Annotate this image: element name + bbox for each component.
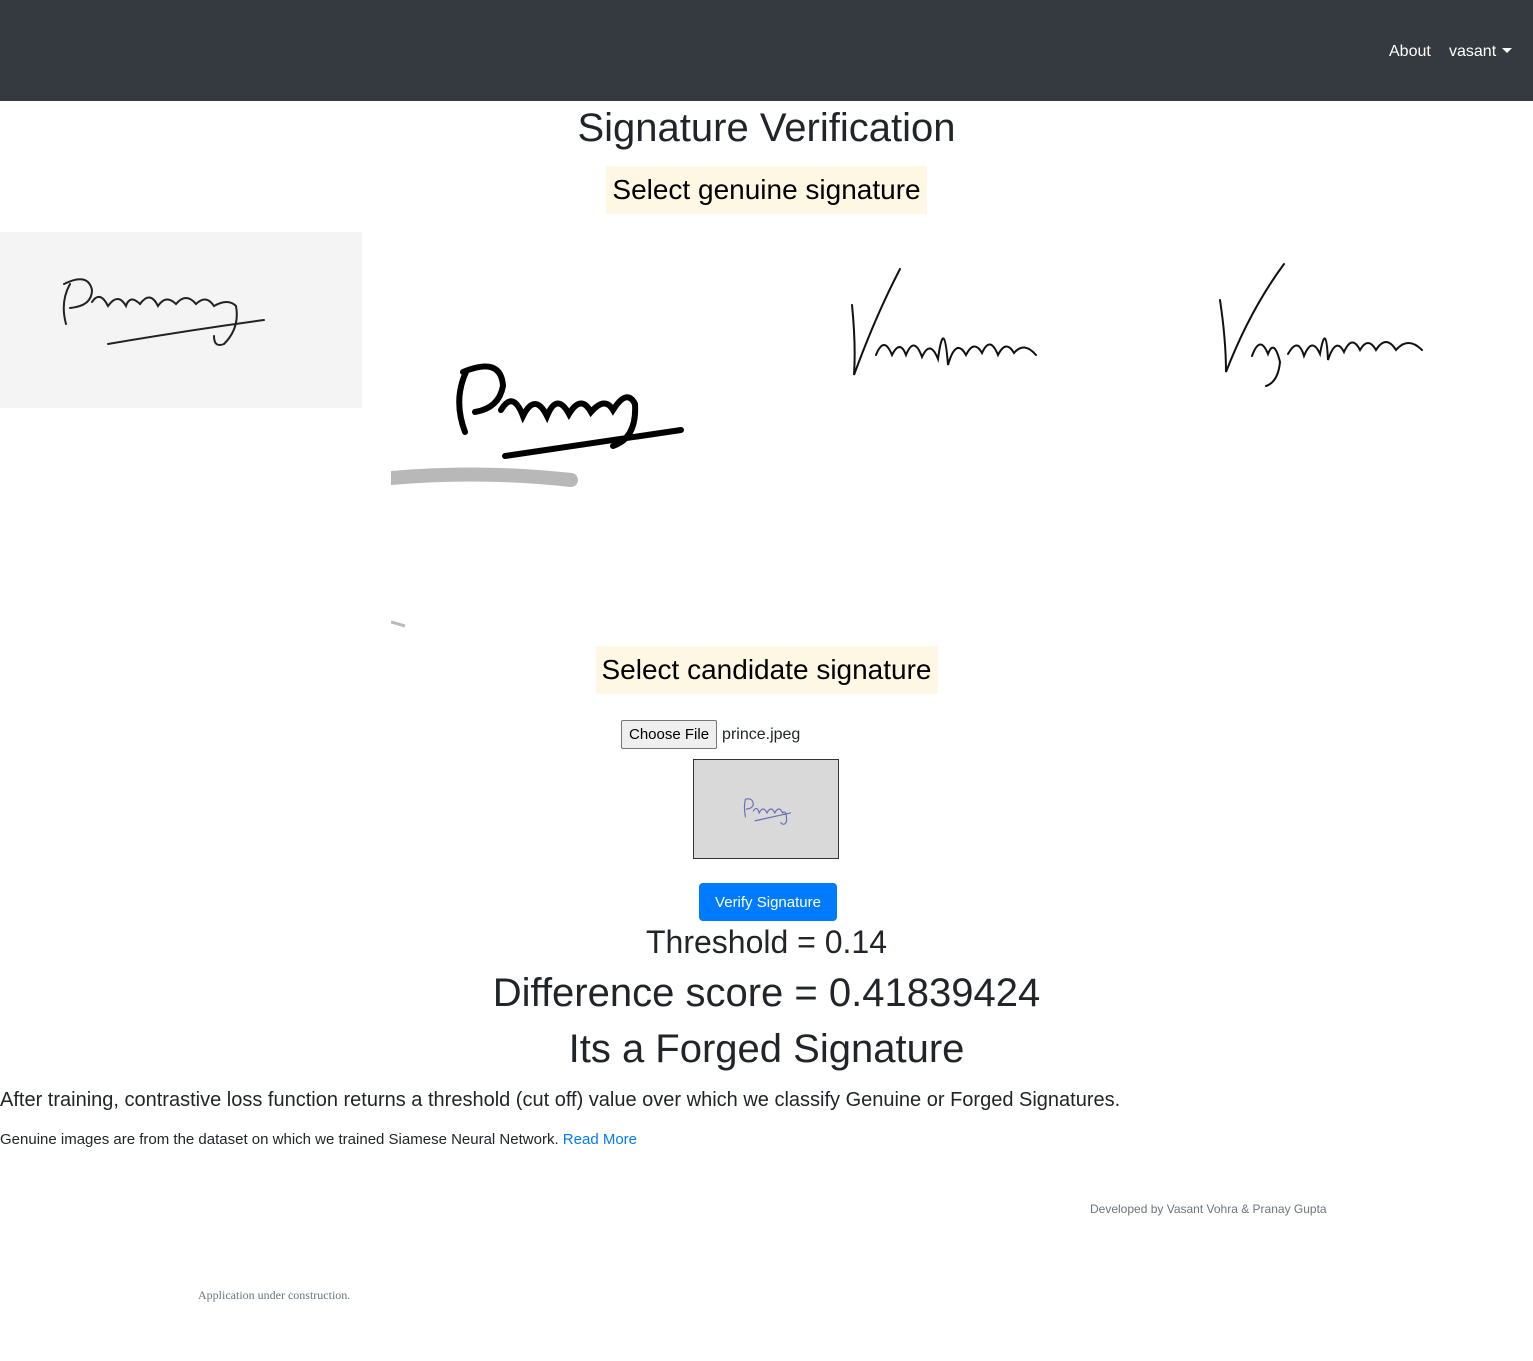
- selected-file-name: prince.jpeg: [722, 725, 801, 743]
- read-more-link[interactable]: Read More: [563, 1131, 637, 1148]
- signature-image-pranay-2: [391, 363, 684, 628]
- choose-file-button[interactable]: Choose File: [621, 720, 718, 749]
- genuine-signature-option-3[interactable]: [840, 255, 1050, 390]
- signature-image-vasantvohra-2: [1219, 263, 1423, 387]
- threshold-value: Threshold = 0.14: [645, 924, 888, 960]
- genuine-signature-label: Select genuine signature: [606, 166, 927, 214]
- signature-image-vasantvohra-1: [851, 268, 1037, 376]
- nav-about-link[interactable]: About: [1389, 42, 1431, 62]
- construction-note: Application under construction.: [198, 1288, 351, 1302]
- user-dropdown[interactable]: vasant: [1449, 42, 1513, 62]
- developer-credits: Developed by Vasant Vohra & Pranay Gupta: [1090, 1202, 1327, 1216]
- verify-signature-button[interactable]: Verify Signature: [699, 883, 837, 921]
- dataset-note: Genuine images are from the dataset on w…: [0, 1130, 637, 1150]
- file-input[interactable]: Choose File prince.jpeg: [621, 720, 800, 749]
- page-title: Signature Verification: [577, 106, 956, 150]
- dataset-note-text: Genuine images are from the dataset on w…: [0, 1131, 559, 1148]
- genuine-signature-option-1[interactable]: [0, 232, 362, 408]
- top-navbar: About vasant: [0, 0, 1533, 101]
- caret-down-icon: [1502, 48, 1513, 53]
- genuine-signature-option-2[interactable]: [391, 330, 687, 630]
- threshold-explanation: After training, contrastive loss functio…: [0, 1089, 1121, 1111]
- genuine-signature-option-4[interactable]: [1210, 250, 1435, 395]
- genuine-section-header: Select genuine signature: [0, 166, 1533, 214]
- difference-score: Difference score = 0.41839424: [492, 971, 1041, 1015]
- verification-result: Its a Forged Signature: [568, 1027, 965, 1071]
- signature-image-pranay-1: [62, 278, 265, 346]
- candidate-section-header: Select candidate signature: [0, 646, 1533, 694]
- candidate-preview-image: [693, 759, 839, 859]
- candidate-signature-label: Select candidate signature: [595, 646, 938, 694]
- user-dropdown-label: vasant: [1449, 43, 1497, 60]
- signature-image-candidate: [694, 760, 838, 858]
